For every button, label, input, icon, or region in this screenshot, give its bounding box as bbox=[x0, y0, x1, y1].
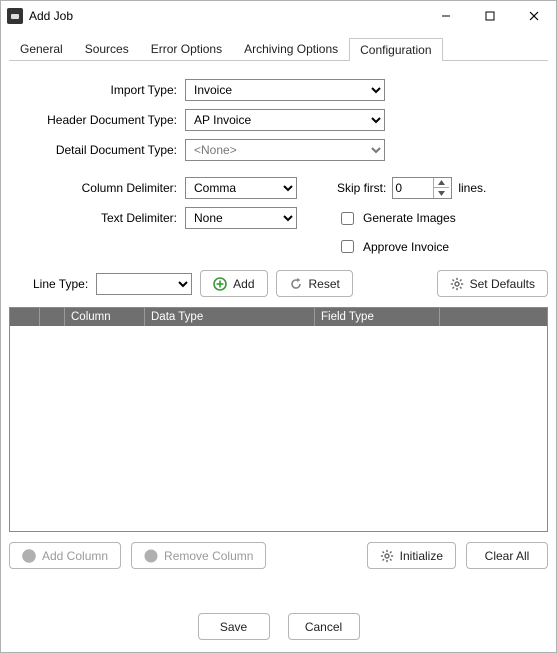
header-doc-type-select[interactable]: AP Invoice bbox=[185, 109, 385, 131]
initialize-button[interactable]: Initialize bbox=[367, 542, 456, 569]
grid-col-datatype[interactable]: Data Type bbox=[145, 308, 315, 326]
save-button[interactable]: Save bbox=[198, 613, 270, 640]
skip-first-up[interactable] bbox=[433, 178, 449, 188]
column-delimiter-select[interactable]: Comma bbox=[185, 177, 297, 199]
content-area: General Sources Error Options Archiving … bbox=[9, 37, 548, 592]
grid-col-column[interactable]: Column bbox=[65, 308, 145, 326]
tab-sources[interactable]: Sources bbox=[74, 37, 140, 60]
skip-first-suffix: lines. bbox=[458, 181, 486, 195]
app-icon bbox=[7, 8, 23, 24]
grid-header: Column Data Type Field Type bbox=[10, 308, 547, 326]
skip-first-field[interactable] bbox=[392, 177, 452, 199]
line-type-label: Line Type: bbox=[33, 277, 88, 291]
skip-first-down[interactable] bbox=[433, 188, 449, 198]
minimize-button[interactable] bbox=[424, 2, 468, 31]
grid-col-handle bbox=[10, 308, 40, 326]
column-delimiter-label: Column Delimiter: bbox=[9, 181, 185, 195]
add-column-button[interactable]: Add Column bbox=[9, 542, 121, 569]
generate-images-input[interactable] bbox=[341, 212, 354, 225]
gear-icon bbox=[450, 277, 464, 291]
detail-doc-type-select[interactable]: <None> bbox=[185, 139, 385, 161]
close-button[interactable] bbox=[512, 2, 556, 31]
grid-body[interactable] bbox=[10, 326, 547, 531]
x-circle-icon bbox=[144, 549, 158, 563]
plus-circle-icon bbox=[22, 549, 36, 563]
plus-circle-icon bbox=[213, 277, 227, 291]
set-defaults-button[interactable]: Set Defaults bbox=[437, 270, 548, 297]
detail-doc-type-label: Detail Document Type: bbox=[9, 143, 185, 157]
approve-invoice-input[interactable] bbox=[341, 240, 354, 253]
line-type-select[interactable] bbox=[96, 273, 192, 295]
tab-archiving-options[interactable]: Archiving Options bbox=[233, 37, 349, 60]
generate-images-checkbox[interactable]: Generate Images bbox=[337, 209, 456, 228]
columns-grid[interactable]: Column Data Type Field Type bbox=[9, 307, 548, 532]
add-button[interactable]: Add bbox=[200, 270, 267, 297]
tab-error-options[interactable]: Error Options bbox=[140, 37, 233, 60]
grid-col-fieldtype[interactable]: Field Type bbox=[315, 308, 440, 326]
window: Add Job General Sources Error Options Ar… bbox=[0, 0, 557, 653]
generate-images-label: Generate Images bbox=[363, 211, 456, 225]
tab-strip: General Sources Error Options Archiving … bbox=[9, 37, 548, 61]
gear-icon bbox=[380, 549, 394, 563]
reset-button[interactable]: Reset bbox=[276, 270, 353, 297]
remove-column-button[interactable]: Remove Column bbox=[131, 542, 266, 569]
cancel-button[interactable]: Cancel bbox=[288, 613, 360, 640]
text-delimiter-select[interactable]: None bbox=[185, 207, 297, 229]
skip-first-input[interactable] bbox=[393, 178, 433, 198]
clear-all-button[interactable]: Clear All bbox=[466, 542, 548, 569]
text-delimiter-label: Text Delimiter: bbox=[9, 211, 185, 225]
titlebar: Add Job bbox=[1, 1, 556, 31]
maximize-button[interactable] bbox=[468, 2, 512, 31]
header-doc-type-label: Header Document Type: bbox=[9, 113, 185, 127]
import-type-select[interactable]: Invoice bbox=[185, 79, 385, 101]
tab-general[interactable]: General bbox=[9, 37, 74, 60]
grid-col-tail[interactable] bbox=[440, 308, 547, 326]
dialog-footer: Save Cancel bbox=[1, 613, 556, 640]
skip-first-label: Skip first: bbox=[337, 181, 386, 195]
tab-configuration[interactable]: Configuration bbox=[349, 38, 442, 61]
approve-invoice-label: Approve Invoice bbox=[363, 240, 449, 254]
grid-col-blank[interactable] bbox=[40, 308, 65, 326]
window-title: Add Job bbox=[29, 9, 73, 23]
approve-invoice-checkbox[interactable]: Approve Invoice bbox=[337, 237, 449, 256]
import-type-label: Import Type: bbox=[9, 83, 185, 97]
undo-arrow-icon bbox=[289, 277, 303, 291]
